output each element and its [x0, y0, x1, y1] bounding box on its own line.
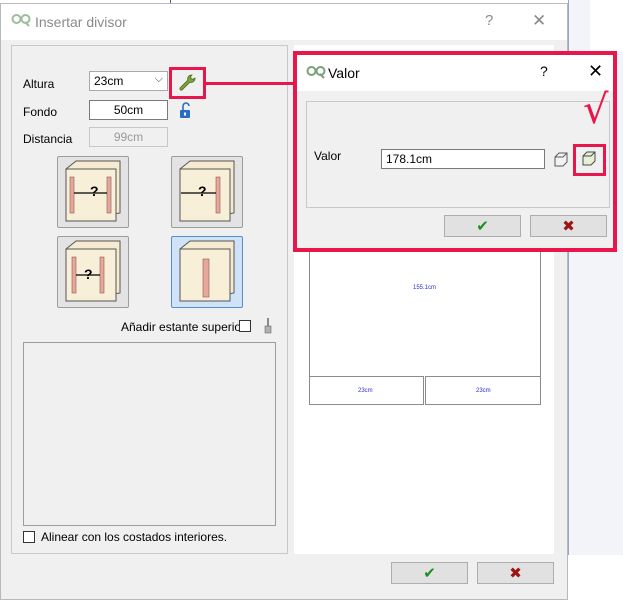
altura-value: 23cm — [94, 74, 124, 88]
cabinet-icon: ? — [65, 240, 121, 302]
fondo-label: Fondo — [23, 105, 58, 119]
cube-outline-icon[interactable] — [552, 151, 570, 169]
padlock-open-icon[interactable] — [178, 102, 194, 120]
checkmark-icon: ✔ — [423, 565, 436, 582]
options-list[interactable] — [23, 342, 276, 526]
annotation-connector — [206, 82, 294, 85]
qc-logo-icon — [306, 66, 326, 79]
fondo-input[interactable]: 50cm — [89, 100, 168, 120]
close-button[interactable]: ✕ — [532, 11, 546, 31]
valor-label: Valor — [314, 149, 342, 163]
option-glyph: ? — [90, 183, 99, 199]
checkmark-icon: ✔ — [476, 218, 489, 235]
altura-select[interactable]: 23cm ⌵ — [89, 71, 168, 91]
x-mark-icon: ✖ — [509, 565, 522, 582]
valor-ok-button[interactable]: ✔ — [444, 215, 521, 237]
option-glyph: ? — [84, 266, 93, 282]
cube-fill-icon[interactable] — [580, 150, 598, 168]
preview-left-label: 23cm — [358, 388, 373, 394]
background-strip — [590, 0, 623, 52]
help-button[interactable]: ? — [485, 12, 493, 29]
altura-label: Altura — [23, 77, 55, 91]
cabinet-icon: ? — [65, 160, 121, 222]
distancia-label: Distancia — [23, 132, 73, 146]
qc-logo-icon — [11, 14, 31, 27]
ok-button[interactable]: ✔ — [391, 562, 468, 584]
preview-height-label: 155.1cm — [413, 285, 437, 291]
chevron-down-icon: ⌵ — [154, 73, 163, 85]
annotation-checkmark: √ — [583, 87, 609, 133]
valor-cancel-button[interactable]: ✖ — [530, 215, 607, 237]
distancia-input: 99cm — [89, 127, 168, 147]
valor-input[interactable]: 178.1cm — [381, 149, 545, 169]
divider-option-3[interactable]: ? — [57, 236, 129, 308]
add-top-shelf-checkbox[interactable] — [239, 320, 251, 332]
titlebar: Insertar divisor ? ✕ — [1, 4, 567, 40]
valor-close-button[interactable]: ✕ — [588, 61, 603, 82]
option-glyph: ? — [198, 183, 207, 199]
wrench-icon[interactable] — [177, 73, 197, 93]
divider-option-2[interactable]: ? — [171, 156, 243, 228]
preview-divider — [423, 376, 426, 405]
align-checkbox[interactable] — [23, 531, 35, 543]
x-mark-icon: ✖ — [562, 218, 575, 235]
preview-right-label: 23cm — [476, 388, 491, 394]
divider-option-1[interactable]: ? — [57, 156, 129, 228]
valor-title: Valor — [328, 65, 360, 81]
dialog-title: Insertar divisor — [35, 14, 127, 30]
cabinet-icon — [179, 240, 235, 302]
cabinet-icon: ? — [179, 160, 235, 222]
cancel-button[interactable]: ✖ — [477, 562, 554, 584]
brush-icon[interactable] — [263, 318, 273, 334]
divider-option-4[interactable] — [171, 236, 243, 308]
valor-help-button[interactable]: ? — [540, 63, 548, 79]
add-top-shelf-label: Añadir estante superior — [121, 320, 246, 334]
align-label: Alinear con los costados interiores. — [41, 530, 228, 544]
